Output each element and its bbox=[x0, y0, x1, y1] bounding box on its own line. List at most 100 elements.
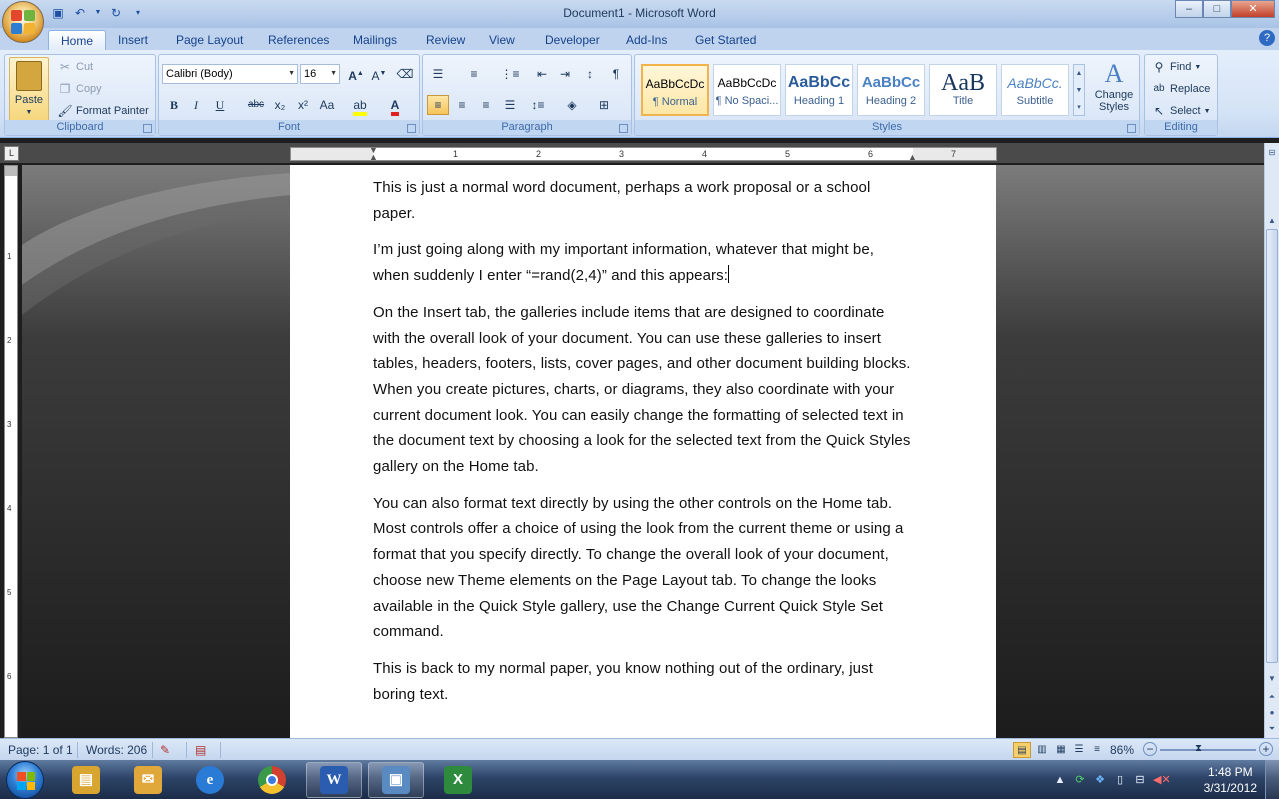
tab-page-layout[interactable]: Page Layout bbox=[164, 30, 255, 50]
copy-button[interactable]: ❐ Copy bbox=[57, 81, 102, 97]
tab-mailings[interactable]: Mailings bbox=[341, 30, 409, 50]
style-no-spacing[interactable]: AaBbCcDc ¶ No Spaci... bbox=[713, 64, 781, 116]
network-icon[interactable]: ⊟ bbox=[1133, 773, 1147, 787]
taskbar-internet-explorer[interactable]: e bbox=[182, 762, 238, 798]
show-hidden-icons-icon[interactable]: ▲ bbox=[1053, 773, 1067, 787]
document-body[interactable]: This is just a normal word document, per… bbox=[373, 175, 913, 718]
hanging-indent-marker-icon[interactable]: ▲ bbox=[369, 152, 378, 162]
find-button[interactable]: ⚲ Find ▼ bbox=[1151, 59, 1202, 75]
font-size-combo[interactable]: 16 ▼ bbox=[300, 64, 340, 84]
taskbar-chrome[interactable] bbox=[244, 762, 300, 798]
style-normal[interactable]: AaBbCcDc ¶ Normal bbox=[641, 64, 709, 116]
paragraph-text[interactable]: I’m just going along with my important i… bbox=[373, 241, 874, 284]
show-desktop-button[interactable] bbox=[1265, 760, 1279, 799]
paragraph[interactable]: This is just a normal word document, per… bbox=[373, 175, 913, 226]
zoom-out-icon[interactable]: − bbox=[1143, 742, 1157, 756]
taskbar-remote-desktop[interactable]: ▣ bbox=[368, 762, 424, 798]
select-browse-object-icon[interactable]: ● bbox=[1266, 707, 1278, 719]
tab-references[interactable]: References bbox=[256, 30, 341, 50]
tab-get-started[interactable]: Get Started bbox=[683, 30, 768, 50]
style-subtitle[interactable]: AaBbCc. Subtitle bbox=[1001, 64, 1069, 116]
borders-button[interactable]: ⊞ bbox=[593, 95, 615, 115]
undo-icon[interactable]: ↶ bbox=[72, 5, 88, 21]
font-name-combo[interactable]: Calibri (Body) ▼ bbox=[162, 64, 298, 84]
redo-icon[interactable]: ↻ bbox=[108, 5, 124, 21]
italic-button[interactable]: I bbox=[185, 95, 207, 115]
center-button[interactable]: ≡ bbox=[451, 95, 473, 115]
bold-button[interactable]: B bbox=[163, 95, 185, 115]
font-dialog-launcher-icon[interactable] bbox=[407, 124, 416, 133]
show-formatting-marks-button[interactable]: ¶ bbox=[605, 64, 627, 84]
device-icon[interactable]: ▯ bbox=[1113, 773, 1127, 787]
font-color-button[interactable]: A bbox=[384, 95, 406, 116]
styles-dialog-launcher-icon[interactable] bbox=[1127, 124, 1136, 133]
next-page-icon[interactable]: ⏷ bbox=[1266, 723, 1278, 735]
tab-home[interactable]: Home bbox=[48, 30, 107, 50]
paragraph-dialog-launcher-icon[interactable] bbox=[619, 124, 628, 133]
zoom-slider[interactable] bbox=[1160, 749, 1256, 751]
sort-button[interactable]: ↕ bbox=[579, 64, 601, 84]
subscript-button[interactable]: x₂ bbox=[269, 95, 291, 115]
numbering-button[interactable]: ≡ bbox=[463, 64, 485, 84]
paste-button[interactable]: Paste ▼ bbox=[9, 57, 49, 121]
clock[interactable]: 1:48 PM 3/31/2012 bbox=[1204, 764, 1257, 796]
horizontal-ruler[interactable]: ▼ ▲ ▲ 1 2 3 4 5 6 7 bbox=[290, 145, 997, 162]
print-layout-view-icon[interactable]: ▤ bbox=[1013, 742, 1031, 758]
superscript-button[interactable]: x² bbox=[292, 95, 314, 115]
multilevel-list-button[interactable]: ⋮≡ bbox=[499, 64, 521, 84]
full-screen-reading-view-icon[interactable]: ▥ bbox=[1033, 742, 1051, 758]
paragraph[interactable]: This is back to my normal paper, you kno… bbox=[373, 656, 913, 707]
volume-muted-icon[interactable]: ◀✕ bbox=[1153, 773, 1171, 787]
undo-dropdown-icon[interactable]: ▼ bbox=[94, 5, 102, 21]
vertical-ruler[interactable]: 1 2 3 4 5 6 bbox=[4, 165, 18, 738]
taskbar-explorer[interactable]: ▤ bbox=[58, 762, 114, 798]
select-button[interactable]: ↖ Select ▼ bbox=[1151, 103, 1211, 119]
change-case-button[interactable]: Aa bbox=[316, 95, 338, 115]
save-icon[interactable]: ▣ bbox=[50, 5, 66, 21]
zoom-level[interactable]: 86% bbox=[1110, 742, 1134, 758]
word-count[interactable]: Words: 206 bbox=[86, 742, 147, 758]
style-title[interactable]: AaB Title bbox=[929, 64, 997, 116]
increase-indent-button[interactable]: ⇥ bbox=[554, 64, 576, 84]
office-button[interactable] bbox=[2, 1, 44, 43]
outline-view-icon[interactable]: ☰ bbox=[1070, 742, 1088, 758]
change-styles-button[interactable]: A Change Styles bbox=[1091, 59, 1137, 113]
web-layout-view-icon[interactable]: ▦ bbox=[1052, 742, 1070, 758]
dropbox-icon[interactable]: ❖ bbox=[1093, 773, 1107, 787]
align-left-button[interactable]: ≡ bbox=[427, 95, 449, 115]
macro-recording-icon[interactable]: ▤ bbox=[195, 742, 206, 758]
paragraph[interactable]: On the Insert tab, the galleries include… bbox=[373, 300, 913, 480]
style-heading-2[interactable]: AaBbCc Heading 2 bbox=[857, 64, 925, 116]
close-button[interactable]: ✕ bbox=[1231, 0, 1275, 18]
tab-selector-button[interactable]: L bbox=[4, 146, 19, 161]
shrink-font-button[interactable]: A▼ bbox=[368, 64, 390, 84]
clear-formatting-button[interactable]: ⌫ bbox=[394, 64, 416, 84]
tab-review[interactable]: Review bbox=[414, 30, 477, 50]
bullets-button[interactable]: ☰ bbox=[427, 64, 449, 84]
paragraph[interactable]: You can also format text directly by usi… bbox=[373, 491, 913, 645]
tab-developer[interactable]: Developer bbox=[533, 30, 612, 50]
format-painter-button[interactable]: 🖌 Format Painter bbox=[57, 103, 148, 119]
tab-view[interactable]: View bbox=[477, 30, 527, 50]
scroll-down-arrow-icon[interactable]: ▼ bbox=[1266, 673, 1278, 685]
strikethrough-button[interactable]: abc bbox=[245, 95, 267, 115]
decrease-indent-button[interactable]: ⇤ bbox=[531, 64, 553, 84]
proofing-icon[interactable]: ✎ bbox=[160, 742, 170, 758]
taskbar-excel[interactable]: X bbox=[430, 762, 486, 798]
ruler-toggle-icon[interactable]: ⊟ bbox=[1266, 147, 1278, 159]
justify-button[interactable]: ☰ bbox=[499, 95, 521, 115]
help-icon[interactable]: ? bbox=[1259, 30, 1275, 46]
style-heading-1[interactable]: AaBbCc Heading 1 bbox=[785, 64, 853, 116]
page-count[interactable]: Page: 1 of 1 bbox=[8, 742, 73, 758]
maximize-button[interactable]: □ bbox=[1203, 0, 1231, 18]
styles-gallery-scroll[interactable]: ▲ ▼ ▾ bbox=[1073, 64, 1085, 116]
clipboard-dialog-launcher-icon[interactable] bbox=[143, 124, 152, 133]
tab-insert[interactable]: Insert bbox=[106, 30, 160, 50]
align-right-button[interactable]: ≡ bbox=[475, 95, 497, 115]
cut-button[interactable]: ✂ Cut bbox=[57, 59, 93, 75]
scroll-up-arrow-icon[interactable]: ▲ bbox=[1266, 215, 1278, 227]
sync-icon[interactable]: ⟳ bbox=[1073, 773, 1087, 787]
underline-button[interactable]: U bbox=[209, 95, 231, 115]
document-page[interactable]: This is just a normal word document, per… bbox=[290, 165, 996, 738]
line-spacing-button[interactable]: ↕≡ bbox=[527, 95, 549, 115]
